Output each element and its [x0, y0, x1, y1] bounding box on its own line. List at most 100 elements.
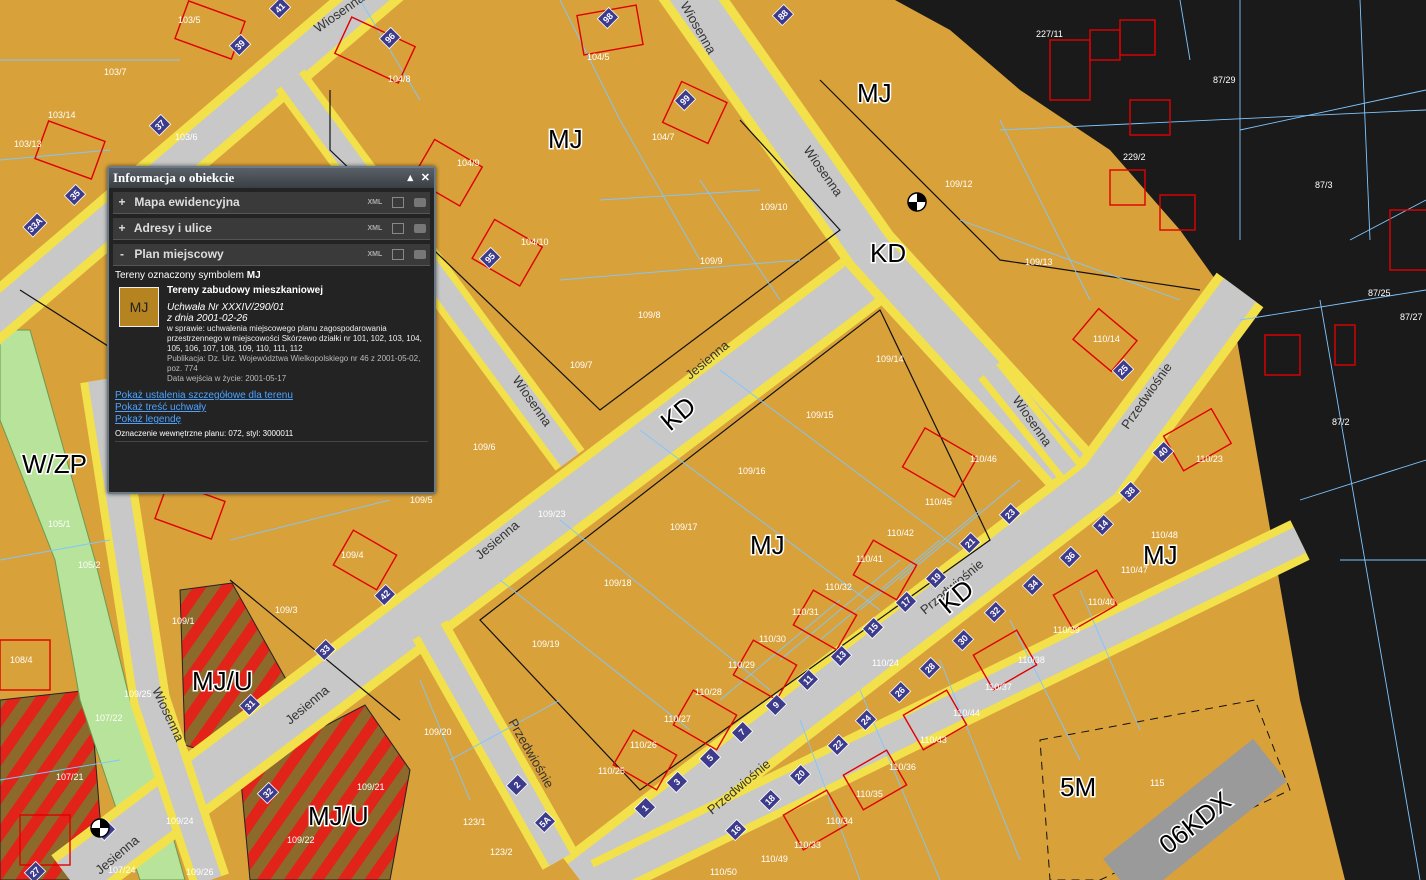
zone-name: Tereny zabudowy mieszkaniowej	[167, 285, 323, 296]
divider	[115, 441, 428, 442]
section-label[interactable]: Plan miejscowy	[134, 247, 223, 261]
collapse-icon[interactable]: -	[113, 244, 131, 265]
parcel-label: 109/10	[760, 202, 788, 212]
parcel-label: 105/2	[78, 560, 101, 570]
xml-button[interactable]: XML	[367, 251, 382, 258]
parcel-label: 109/17	[670, 522, 698, 532]
publication-info: Publikacja: Dz. Urz. Województwa Wielkop…	[167, 354, 421, 373]
parcel-label: 109/14	[876, 354, 904, 364]
table-icon[interactable]	[392, 222, 405, 234]
parcel-label: 110/25	[598, 766, 625, 776]
zone-label: MJ/U	[192, 666, 253, 696]
parcel-label: 109/26	[186, 867, 214, 877]
zone-label: MJ	[857, 78, 892, 108]
parcel-label: 110/30	[759, 634, 786, 644]
parcel-label: 108/4	[10, 655, 33, 665]
close-icon[interactable]: ✕	[421, 172, 430, 184]
expand-icon[interactable]: +	[113, 192, 131, 213]
parcel-label: 123/2	[490, 847, 513, 857]
link-resolution-text[interactable]: Pokaż treść uchwały	[115, 402, 428, 414]
parcel-label: 110/29	[728, 660, 755, 670]
section-mapa-ewidencyjna[interactable]: + Mapa ewidencyjna XML	[113, 192, 430, 214]
zone-label: MJ	[750, 530, 785, 560]
parcel-label: 109/7	[570, 360, 593, 370]
parcel-label: 227/11	[1036, 29, 1063, 39]
parcel-label: 109/21	[357, 782, 385, 792]
zone-label: MJ	[1143, 540, 1178, 570]
parcel-label: 110/36	[889, 762, 916, 772]
parcel-label: 104/5	[587, 52, 610, 62]
parcel-label: 109/18	[604, 578, 632, 588]
parcel-label: 110/46	[970, 454, 997, 464]
parcel-label: 110/39	[1053, 625, 1080, 635]
parcel-label: 110/24	[872, 658, 899, 668]
parcel-label: 110/28	[695, 687, 722, 697]
parcel-label: 110/23	[1196, 454, 1223, 464]
resolution-number: Uchwała Nr XXXIV/290/01	[167, 302, 285, 313]
parcel-label: 109/25	[124, 689, 152, 699]
parcel-label: 109/19	[532, 639, 560, 649]
parcel-label: 110/45	[925, 497, 952, 507]
panel-header[interactable]: Informacja o obiekcie ▴ ✕	[109, 168, 434, 188]
minimize-icon[interactable]: ▴	[408, 172, 414, 184]
parcel-label: 103/5	[178, 15, 201, 25]
parcel-label: 123/1	[463, 817, 486, 827]
parcel-label: 109/15	[806, 410, 834, 420]
print-icon[interactable]	[414, 249, 426, 259]
parcel-label: 110/44	[953, 708, 980, 718]
zone-label: MJ/U	[308, 801, 369, 831]
parcel-label: 110/31	[792, 607, 819, 617]
print-icon[interactable]	[414, 223, 426, 233]
print-icon[interactable]	[414, 197, 426, 207]
parcel-label: 109/9	[700, 256, 723, 266]
parcel-label: 104/8	[388, 74, 411, 84]
parcel-label: 87/29	[1213, 75, 1236, 85]
resolution-date: z dnia 2001-02-26	[167, 313, 248, 324]
parcel-label: 109/16	[738, 466, 766, 476]
parcel-label: 109/23	[538, 509, 566, 519]
parcel-label: 110/50	[710, 867, 737, 877]
parcel-label: 87/3	[1315, 180, 1333, 190]
parcel-label: 87/2	[1332, 417, 1350, 427]
table-icon[interactable]	[392, 196, 405, 208]
parcel-label: 110/26	[630, 740, 657, 750]
parcel-label: 110/41	[856, 554, 883, 564]
parcel-label: 110/27	[664, 714, 691, 724]
parcel-label: 110/38	[1018, 655, 1045, 665]
section-label[interactable]: Adresy i ulice	[134, 221, 212, 235]
parcel-label: 110/40	[1088, 597, 1115, 607]
resolution-subject: w sprawie: uchwalenia miejscowego planu …	[167, 324, 422, 353]
section-adresy-i-ulice[interactable]: + Adresy i ulice XML	[113, 218, 430, 240]
zone-label: KD	[870, 238, 906, 268]
parcel-label: 229/2	[1123, 152, 1146, 162]
parcel-label: 110/35	[856, 789, 883, 799]
parcel-label: 110/34	[826, 816, 853, 826]
link-legend[interactable]: Pokaż legendę	[115, 414, 428, 426]
parcel-label: 87/25	[1368, 288, 1391, 298]
parcel-label: 115	[1150, 778, 1164, 788]
zone-symbol-swatch: MJ	[119, 287, 159, 327]
parcel-label: 110/49	[761, 854, 788, 864]
parcel-label: 103/13	[14, 139, 42, 149]
table-icon[interactable]	[392, 248, 405, 260]
section-plan-miejscowy[interactable]: - Plan miejscowy XML	[113, 244, 430, 266]
parcel-label: 109/22	[287, 835, 315, 845]
expand-icon[interactable]: +	[113, 218, 131, 239]
xml-button[interactable]: XML	[367, 199, 382, 206]
parcel-label: 110/48	[1151, 530, 1178, 540]
parcel-label: 104/9	[457, 158, 480, 168]
parcel-label: 109/12	[945, 179, 973, 189]
parcel-label: 103/6	[175, 132, 198, 142]
area-symbol-line: Tereny oznaczony symbolem MJ	[115, 270, 428, 281]
section-label[interactable]: Mapa ewidencyjna	[134, 195, 239, 209]
parcel-label: 109/24	[166, 816, 194, 826]
internal-designation: Oznaczenie wewnętrzne planu: 072, styl: …	[115, 429, 294, 438]
link-detailed-provisions[interactable]: Pokaż ustalenia szczegółowe dla terenu	[115, 390, 428, 402]
parcel-label: 103/14	[48, 110, 76, 120]
xml-button[interactable]: XML	[367, 225, 382, 232]
parcel-label: 109/5	[410, 495, 433, 505]
info-panel: Informacja o obiekcie ▴ ✕ + Mapa ewidenc…	[107, 166, 436, 494]
parcel-label: 109/3	[275, 605, 298, 615]
parcel-label: 110/33	[794, 840, 821, 850]
parcel-label: 87/27	[1400, 312, 1423, 322]
